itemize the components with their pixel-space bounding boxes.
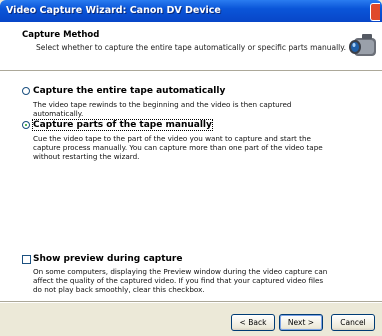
- page-subtitle: Select whether to capture the entire tap…: [36, 43, 346, 52]
- option-capture-entire-label[interactable]: Capture the entire tape automatically: [33, 86, 225, 96]
- wizard-header: Capture Method Select whether to capture…: [0, 22, 382, 71]
- back-button[interactable]: < Back: [231, 314, 275, 331]
- radio-capture-manual[interactable]: [22, 121, 30, 129]
- page-title: Capture Method: [22, 30, 100, 40]
- footer-divider: [0, 301, 382, 302]
- radio-capture-entire[interactable]: [22, 87, 30, 95]
- window-title: Video Capture Wizard: Canon DV Device: [6, 5, 221, 16]
- wizard-body: Capture the entire tape automatically Th…: [0, 71, 382, 301]
- title-bar[interactable]: Video Capture Wizard: Canon DV Device: [0, 0, 382, 22]
- cancel-button[interactable]: Cancel: [331, 314, 375, 331]
- option-capture-manual-description: Cue the video tape to the part of the vi…: [33, 134, 323, 161]
- close-button[interactable]: [370, 3, 380, 21]
- preview-description: On some computers, displaying the Previe…: [33, 267, 328, 294]
- preview-checkbox[interactable]: [22, 255, 31, 264]
- option-capture-manual-label[interactable]: Capture parts of the tape manually: [32, 119, 213, 131]
- next-button[interactable]: Next >: [279, 314, 323, 331]
- option-capture-entire-description: The video tape rewinds to the beginning …: [33, 100, 292, 118]
- preview-label[interactable]: Show preview during capture: [33, 254, 182, 264]
- camcorder-icon: [349, 34, 376, 56]
